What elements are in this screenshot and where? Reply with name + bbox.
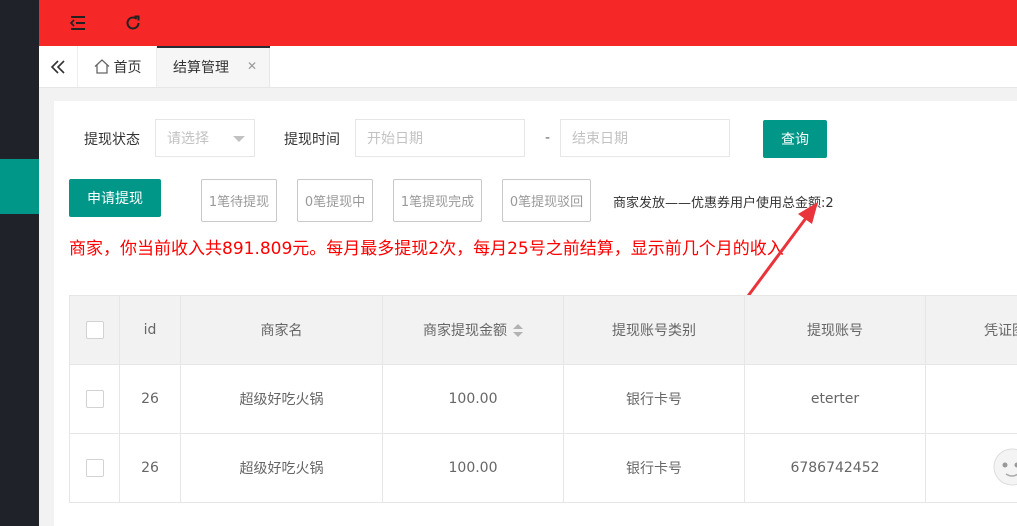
withdraw-table: id 商家名 商家提现金额 提现账号类别 提现账号 凭证图 26 超级好吃火锅 … — [69, 295, 1017, 503]
row-checkbox[interactable] — [85, 390, 104, 408]
end-date-placeholder: 结束日期 — [572, 131, 628, 147]
row-checkbox[interactable] — [85, 459, 104, 477]
col-header-account-type[interactable]: 提现账号类别 — [563, 295, 745, 365]
cell-account-type: 银行卡号 — [563, 364, 745, 434]
chevron-down-icon — [233, 136, 245, 142]
table-row[interactable]: 26 超级好吃火锅 100.00 银行卡号 eterter — [69, 364, 1017, 434]
end-date-input[interactable]: 结束日期 — [560, 119, 730, 157]
status-filter-label: 提现状态 — [84, 132, 140, 148]
start-date-input[interactable]: 开始日期 — [355, 119, 525, 157]
tabs-scroll-left-button[interactable] — [39, 46, 78, 87]
left-sidebar — [0, 0, 39, 526]
select-all-cell — [69, 295, 120, 365]
status-select-placeholder: 请选择 — [167, 131, 209, 147]
income-notice: 商家，你当前收入共891.809元。每月最多提现2次，每月25号之前结算，显示前… — [69, 239, 784, 259]
cell-id: 26 — [119, 433, 181, 503]
apply-withdraw-button[interactable]: 申请提现 — [69, 179, 161, 217]
col-header-amount-label: 商家提现金额 — [423, 323, 507, 339]
select-all-checkbox[interactable] — [85, 321, 104, 339]
completed-withdraw-count[interactable]: 1笔提现完成 — [393, 179, 482, 222]
query-button[interactable]: 查询 — [763, 120, 827, 158]
refresh-icon[interactable] — [124, 14, 142, 32]
col-header-account[interactable]: 提现账号 — [744, 295, 926, 365]
cell-merchant: 超级好吃火锅 — [180, 433, 383, 503]
in-progress-withdraw-count[interactable]: 0笔提现中 — [297, 179, 373, 222]
rejected-withdraw-count[interactable]: 0笔提现驳回 — [502, 179, 591, 222]
top-header — [39, 0, 1017, 46]
cell-account: eterter — [744, 364, 926, 434]
tab-settlement[interactable]: 结算管理 ✕ — [157, 46, 270, 87]
time-filter-label: 提现时间 — [284, 132, 340, 148]
cell-id: 26 — [119, 364, 181, 434]
floating-avatar-icon[interactable] — [990, 443, 1017, 493]
close-icon[interactable]: ✕ — [247, 59, 257, 73]
home-icon — [94, 59, 109, 74]
cell-voucher — [925, 364, 1017, 434]
pending-withdraw-count[interactable]: 1笔待提现 — [201, 179, 277, 222]
cell-amount: 100.00 — [382, 433, 564, 503]
col-header-id[interactable]: id — [119, 295, 181, 365]
status-select[interactable]: 请选择 — [155, 119, 255, 157]
row-select-cell — [69, 433, 120, 503]
table-header-row: id 商家名 商家提现金额 提现账号类别 提现账号 凭证图 — [69, 295, 1017, 365]
cell-account: 6786742452 — [744, 433, 926, 503]
row-select-cell — [69, 364, 120, 434]
cell-account-type: 银行卡号 — [563, 433, 745, 503]
tab-home-label: 首页 — [113, 59, 142, 76]
col-header-voucher[interactable]: 凭证图 — [925, 295, 1017, 365]
cell-amount: 100.00 — [382, 364, 564, 434]
tab-home[interactable]: 首页 — [79, 46, 157, 87]
tab-settlement-label: 结算管理 — [173, 59, 229, 76]
sidebar-active-item[interactable] — [0, 159, 39, 214]
menu-fold-icon[interactable] — [69, 14, 87, 32]
sort-icon[interactable] — [513, 324, 523, 338]
start-date-placeholder: 开始日期 — [367, 131, 423, 147]
cell-merchant: 超级好吃火锅 — [180, 364, 383, 434]
tab-bar: 首页 结算管理 ✕ — [39, 46, 1017, 88]
table-row[interactable]: 26 超级好吃火锅 100.00 银行卡号 6786742452 — [69, 433, 1017, 503]
double-chevron-left-icon — [50, 59, 65, 74]
col-header-amount[interactable]: 商家提现金额 — [382, 295, 564, 365]
col-header-merchant[interactable]: 商家名 — [180, 295, 383, 365]
date-range-separator: - — [545, 130, 551, 146]
